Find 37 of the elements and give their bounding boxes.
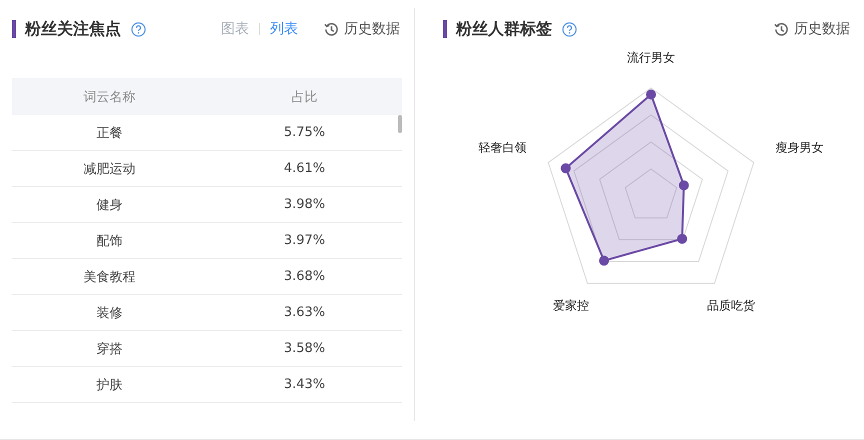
radar-axis-label: 流行男女	[627, 50, 675, 66]
table-cell-text: 护肤	[96, 376, 124, 394]
table-cell-text: 3.98%	[282, 197, 326, 212]
radar-data-point	[678, 180, 689, 190]
radar-axis-label: 轻奢白领	[478, 139, 527, 156]
table-cell-text: 配饰	[96, 232, 124, 250]
table-cell-text: 正餐	[96, 124, 124, 142]
table-cell-text: 3.97%	[282, 233, 326, 248]
radar-axis-label: 爱家控	[553, 298, 590, 315]
table-cell-text: 4.61%	[282, 161, 326, 176]
table-cell-text: 3.68%	[282, 269, 326, 284]
table-cell-text: 3.63%	[282, 305, 326, 320]
table-cell-text: 健身	[96, 196, 124, 214]
history-button[interactable]: 历史数据	[774, 20, 850, 38]
help-icon[interactable]	[131, 22, 146, 36]
panel-title: 粉丝人群标签	[443, 20, 552, 38]
table-cell-text: 3.43%	[282, 377, 326, 392]
radar-data-point	[599, 256, 610, 266]
table-cell-text: 减肥运动	[82, 160, 136, 178]
radar-data-point	[560, 163, 571, 174]
radar-axis-label: 品质吃货	[706, 298, 755, 315]
table-cell-text: 5.75%	[282, 125, 326, 140]
history-button[interactable]: 历史数据	[324, 20, 400, 38]
radar-axis-label: 瘦身男女	[775, 139, 824, 156]
table-cell-text: 美食教程	[82, 268, 136, 286]
scrollbar-thumb[interactable]	[398, 115, 402, 133]
column-header: 词云名称	[82, 88, 136, 106]
history-icon	[324, 22, 339, 36]
column-header: 占比	[290, 88, 318, 106]
help-icon[interactable]	[562, 22, 577, 36]
radar-data-point	[646, 89, 656, 100]
history-icon	[774, 22, 789, 36]
table-cell-text: 装修	[96, 304, 124, 322]
table-cell-text: 3.58%	[282, 341, 326, 356]
panel-title: 粉丝关注焦点	[12, 20, 121, 38]
radar-data-point	[677, 234, 688, 244]
table-cell-text: 穿搭	[96, 340, 124, 358]
